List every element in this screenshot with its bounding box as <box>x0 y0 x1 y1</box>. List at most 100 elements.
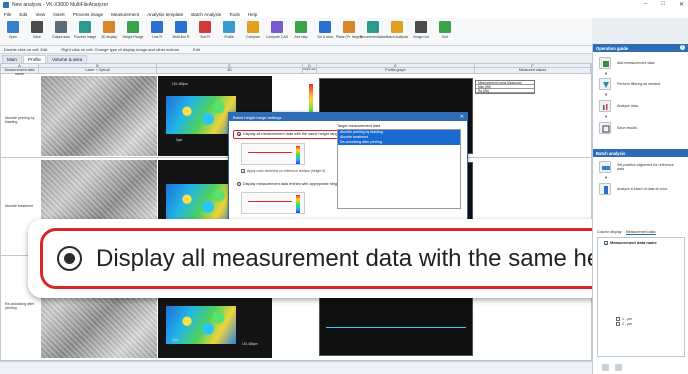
down-arrow-icon: ▼ <box>604 175 608 180</box>
toolbar-button-compare[interactable]: Compare <box>242 21 264 39</box>
checkbox-icon[interactable] <box>616 321 620 326</box>
toolbar-button-plane-pr-height[interactable]: Plane (Pr. height) <box>336 21 362 39</box>
target-data-list[interactable]: Alumite peeling by blasting Alumite trea… <box>337 129 461 209</box>
menu-view[interactable]: View <box>35 12 45 17</box>
dialog-title-bar[interactable]: Batch height range settings <box>229 113 467 121</box>
tab-main[interactable]: Main <box>2 55 22 63</box>
toolbar-button-batch-analysis[interactable]: Batch Analysis <box>386 21 408 39</box>
menu-help[interactable]: Help <box>248 12 257 17</box>
toolbar-button-vol-area[interactable]: Vol & area <box>314 21 336 39</box>
toolbar-button-3d-display[interactable]: 3D display <box>98 21 120 39</box>
microscope-image[interactable] <box>41 76 157 156</box>
minimize-button[interactable]: – <box>644 1 647 8</box>
pulse-shape <box>248 201 292 209</box>
apply-color-checkbox[interactable]: ✓ Apply color centered on reference surf… <box>241 169 325 174</box>
radio-unselected-icon[interactable] <box>237 182 241 186</box>
toolbar-button-height-range[interactable]: Height Range <box>122 21 144 39</box>
align-icon[interactable] <box>599 161 611 173</box>
menu-analysis-template[interactable]: Analysis template <box>147 12 183 17</box>
toolbar-button-save[interactable]: Save <box>26 21 48 39</box>
dialog-close-icon[interactable]: ✕ <box>460 114 464 120</box>
toolbar-icon <box>319 21 331 33</box>
close-window-button[interactable]: ✕ <box>679 1 684 8</box>
guide-step-analyze[interactable]: Analyze data. <box>599 100 681 112</box>
operation-guide-panel: Operation guide ? Add measurement data. … <box>592 44 688 374</box>
toolbar-button-multi-line-r[interactable]: Multi-line R <box>170 21 192 39</box>
guide-step-filter[interactable]: Perform filtering as needed. <box>599 78 681 90</box>
tree-header-label: Measurement data name <box>610 240 657 245</box>
toolbar-label: Output data <box>52 35 70 39</box>
menu-edit[interactable]: Edit <box>19 12 27 17</box>
toolbar-button-recommendation[interactable]: Recommendation <box>360 21 386 39</box>
profile-line <box>326 326 466 328</box>
dialog-title: Batch height range settings <box>233 114 282 120</box>
info-icon[interactable] <box>615 364 622 371</box>
toolbar-button-line-r[interactable]: Line R <box>146 21 168 39</box>
toolbar-button-ave-step[interactable]: Ave step <box>290 21 312 39</box>
scale-bottom-label: 0μm <box>172 338 179 342</box>
batch-step-analyze[interactable]: Analyze a batch of data at once. <box>599 183 681 195</box>
save-icon[interactable] <box>599 122 611 134</box>
analyze-icon[interactable] <box>599 100 611 112</box>
toolbar-button-output-data[interactable]: Output data <box>50 21 72 39</box>
list-item[interactable]: Re-anodizing after peeling <box>338 140 460 145</box>
tab-measurement-data[interactable]: Measurement data <box>625 230 656 235</box>
toolbar-button-profile[interactable]: Profile <box>218 21 240 39</box>
operation-guide-title: Operation guide <box>596 45 629 51</box>
toolbar-button-surf-r[interactable]: Surf R <box>194 21 216 39</box>
batch-step-align[interactable]: Set position alignment for reference dat… <box>599 161 681 173</box>
guide-step-text: Save results. <box>617 125 638 130</box>
toolbar-button-process-image[interactable]: Process image <box>74 21 96 39</box>
menu-tools[interactable]: Tools <box>229 12 240 17</box>
menu-process-image[interactable]: Process image <box>73 12 103 17</box>
toolbar-icon <box>343 21 355 33</box>
down-arrow-icon: ▼ <box>604 71 608 76</box>
toolbar-icon <box>223 21 235 33</box>
menu-measurement[interactable]: Measurement <box>111 12 139 17</box>
guide-step-add[interactable]: Add measurement data. <box>599 57 681 69</box>
edit-button[interactable]: Edit <box>193 47 200 52</box>
list-item[interactable]: 2 - μm <box>598 321 684 326</box>
checkbox-checked-icon[interactable]: ✓ <box>241 169 245 174</box>
row-label: Re-anodizing after peeling <box>5 302 35 311</box>
checkbox-checked-icon[interactable]: ✓ <box>604 240 608 245</box>
panel-tabs: Column display Measurement data <box>597 230 656 235</box>
help-icon[interactable]: ? <box>680 45 685 50</box>
maximize-button[interactable]: □ <box>661 1 665 8</box>
sheet-tabs: Main Profile Volume & area <box>0 55 592 63</box>
toolbar-button-image-list[interactable]: Image List <box>410 21 432 39</box>
toolbar-icon <box>151 21 163 33</box>
toolbar-label: Height Range <box>122 35 144 39</box>
tab-profile[interactable]: Profile <box>22 55 46 63</box>
radio-selected-icon[interactable] <box>237 132 241 136</box>
tree-item-label: 2 - μm <box>622 321 633 326</box>
guide-step-save[interactable]: Save results. <box>599 122 681 134</box>
checkbox-icon[interactable] <box>616 316 620 321</box>
toolbar-button-compare-cad[interactable]: Compare CAD <box>266 21 288 39</box>
menu-file[interactable]: File <box>4 12 11 17</box>
option-appropriate-height-ranges[interactable]: Display measurement data entries with ap… <box>237 182 353 186</box>
toolbar-button-sort[interactable]: Sort <box>434 21 456 39</box>
measured-values-cell[interactable]: Measurement name Measured Max (Wt) Ra (W… <box>475 80 587 94</box>
toolbar-icon <box>199 21 211 33</box>
toolbar-label: Ave step <box>294 35 308 39</box>
toolbar-icon <box>247 21 259 33</box>
menu-batch-analysis[interactable]: Batch Analysis <box>191 12 221 17</box>
height-map <box>166 184 236 222</box>
toolbar-icon <box>103 21 115 33</box>
scale-bottom-label: 0μm <box>176 138 183 142</box>
tab-volume-area[interactable]: Volume & area <box>47 55 88 63</box>
option-same-height-range[interactable]: Display all measurement data with the sa… <box>237 132 340 136</box>
filter-icon[interactable] <box>599 78 611 90</box>
batch-analyze-icon[interactable] <box>599 183 611 195</box>
down-arrow-icon: ▼ <box>604 114 608 119</box>
panel-footer-icons <box>602 364 622 371</box>
radio-selected-icon[interactable] <box>57 246 82 271</box>
settings-icon[interactable] <box>602 364 609 371</box>
window-controls: – □ ✕ <box>644 1 684 8</box>
toolbar-button-open[interactable]: Open <box>2 21 24 39</box>
add-data-icon[interactable] <box>599 57 611 69</box>
menu-insert[interactable]: Insert <box>53 12 65 17</box>
tab-column-display[interactable]: Column display <box>597 230 622 235</box>
tree-header[interactable]: ✓ Measurement data name <box>598 238 684 246</box>
